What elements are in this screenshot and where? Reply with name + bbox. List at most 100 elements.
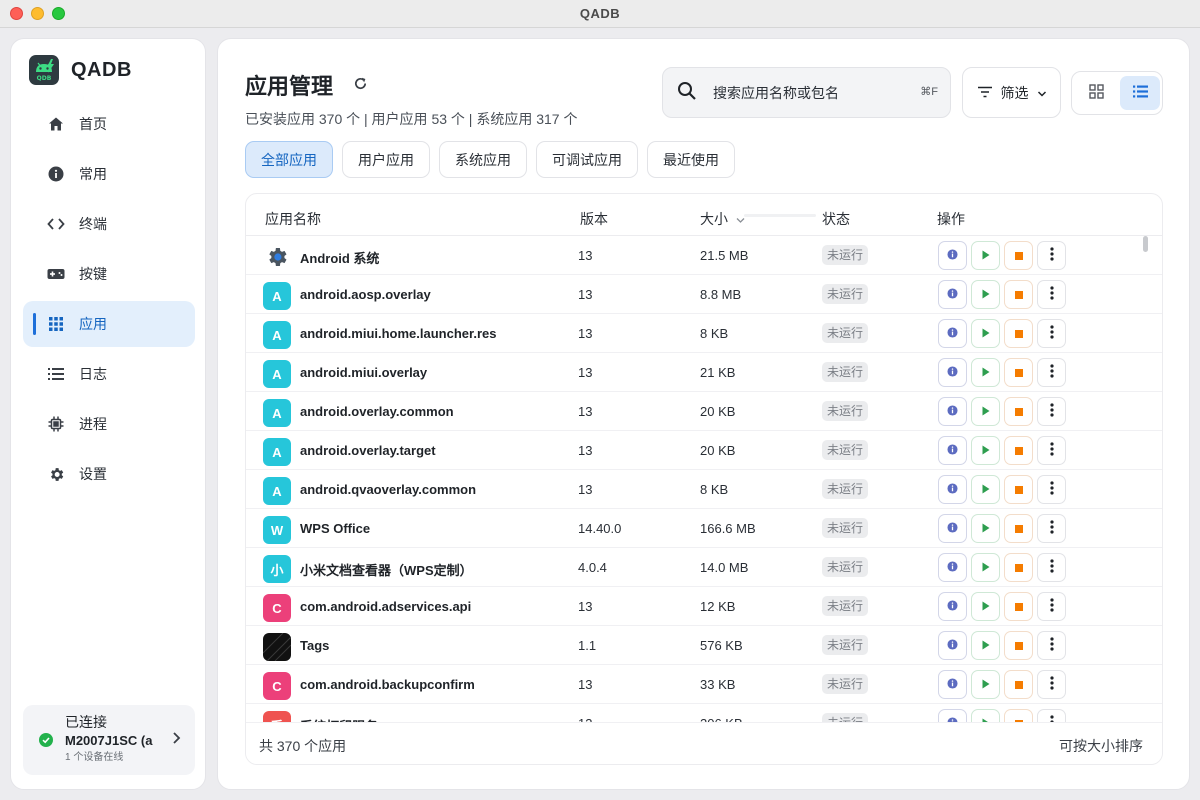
launch-app-button[interactable]	[971, 514, 1000, 543]
launch-app-button[interactable]	[971, 241, 1000, 270]
stop-app-button[interactable]	[1004, 436, 1033, 465]
stop-app-button[interactable]	[1004, 553, 1033, 582]
search-bar[interactable]: ⌘F	[662, 67, 951, 118]
tab-all-apps[interactable]: 全部应用	[245, 141, 333, 178]
table-footer: 共 370 个应用 可按大小排序	[246, 722, 1162, 764]
app-info-button[interactable]	[938, 397, 967, 426]
app-info-button[interactable]	[938, 514, 967, 543]
table-scrollbar[interactable]	[1143, 236, 1148, 252]
launch-app-button[interactable]	[971, 592, 1000, 621]
table-row[interactable]: 系系统打印服务13206 KB未运行	[246, 704, 1162, 724]
sidebar-item-logs[interactable]: 日志	[23, 351, 195, 397]
sidebar-item-processes[interactable]: 进程	[23, 401, 195, 447]
table-row[interactable]: Ccom.android.backupconfirm 13 33 KB 未运行	[246, 665, 1162, 704]
sidebar-item-terminal[interactable]: 终端	[23, 201, 195, 247]
more-options-button[interactable]	[1037, 475, 1066, 504]
column-header-status[interactable]: 状态	[822, 209, 850, 229]
column-header-version[interactable]: 版本	[580, 209, 608, 229]
cpu-icon	[47, 415, 65, 433]
more-options-button[interactable]	[1037, 514, 1066, 543]
device-online-count: 1 个设备在线	[65, 752, 124, 763]
launch-app-button[interactable]	[971, 319, 1000, 348]
tab-debuggable-apps[interactable]: 可调试应用	[536, 141, 638, 178]
launch-app-button[interactable]	[971, 280, 1000, 309]
app-info-button[interactable]	[938, 319, 967, 348]
app-info-button[interactable]	[938, 592, 967, 621]
refresh-icon[interactable]	[353, 76, 368, 94]
app-info-button[interactable]	[938, 475, 967, 504]
table-row[interactable]: W WPS Office 14.40.0 166.6 MB 未运行	[246, 509, 1162, 548]
device-status-card[interactable]: 已连接 M2007J1SC (a 1 个设备在线	[23, 705, 195, 775]
launch-app-button[interactable]	[971, 553, 1000, 582]
launch-app-button[interactable]	[971, 670, 1000, 699]
app-info-button[interactable]	[938, 436, 967, 465]
more-vertical-icon	[1049, 637, 1054, 654]
sidebar-item-common[interactable]: 常用	[23, 151, 195, 197]
app-info-button[interactable]	[938, 358, 967, 387]
stop-app-button[interactable]	[1004, 358, 1033, 387]
tab-system-apps[interactable]: 系统应用	[439, 141, 527, 178]
stop-app-button[interactable]	[1004, 319, 1033, 348]
table-row[interactable]: Aandroid.aosp.overlay 13 8.8 MB 未运行	[246, 275, 1162, 314]
minimize-window-button[interactable]	[31, 7, 44, 20]
table-row[interactable]: Android 系统 13 21.5 MB 未运行	[246, 236, 1162, 275]
more-options-button[interactable]	[1037, 358, 1066, 387]
stop-app-button[interactable]	[1004, 514, 1033, 543]
stop-app-button[interactable]	[1004, 241, 1033, 270]
app-info-button[interactable]	[938, 241, 967, 270]
app-info-button[interactable]	[938, 280, 967, 309]
more-options-button[interactable]	[1037, 553, 1066, 582]
app-info-button[interactable]	[938, 631, 967, 660]
stop-app-button[interactable]	[1004, 475, 1033, 504]
app-version: 13	[578, 599, 593, 614]
more-options-button[interactable]	[1037, 280, 1066, 309]
filter-button[interactable]: 筛选	[962, 67, 1061, 118]
grid-view-button[interactable]	[1076, 76, 1116, 110]
sidebar-item-home[interactable]: 首页	[23, 101, 195, 147]
table-row[interactable]: Aandroid.overlay.target 13 20 KB 未运行	[246, 431, 1162, 470]
launch-app-button[interactable]	[971, 358, 1000, 387]
app-letter-icon: A	[263, 477, 291, 505]
launch-app-button[interactable]	[971, 475, 1000, 504]
search-input[interactable]	[713, 84, 903, 101]
app-info-button[interactable]	[938, 670, 967, 699]
app-info-button[interactable]	[938, 553, 967, 582]
grid-view-icon	[1088, 84, 1104, 102]
app-version: 13	[578, 248, 593, 263]
zoom-window-button[interactable]	[52, 7, 65, 20]
more-options-button[interactable]	[1037, 631, 1066, 660]
stop-app-button[interactable]	[1004, 280, 1033, 309]
table-row[interactable]: 小小米文档查看器（WPS定制） 4.0.4 14.0 MB 未运行	[246, 548, 1162, 587]
stop-app-button[interactable]	[1004, 592, 1033, 621]
table-row[interactable]: Aandroid.overlay.common 13 20 KB 未运行	[246, 392, 1162, 431]
more-options-button[interactable]	[1037, 241, 1066, 270]
tab-user-apps[interactable]: 用户应用	[342, 141, 430, 178]
table-row[interactable]: Aandroid.miui.home.launcher.res 13 8 KB 未运行	[246, 314, 1162, 353]
more-options-button[interactable]	[1037, 397, 1066, 426]
table-row[interactable]: Aandroid.miui.overlay 13 21 KB 未运行	[246, 353, 1162, 392]
table-row[interactable]: Ccom.android.adservices.api 13 12 KB 未运行	[246, 587, 1162, 626]
close-window-button[interactable]	[10, 7, 23, 20]
stop-app-button[interactable]	[1004, 397, 1033, 426]
stop-icon	[1014, 365, 1023, 380]
sidebar-item-settings[interactable]: 设置	[23, 451, 195, 497]
column-header-name[interactable]: 应用名称	[265, 209, 321, 229]
more-options-button[interactable]	[1037, 592, 1066, 621]
stop-app-button[interactable]	[1004, 670, 1033, 699]
play-icon	[982, 560, 990, 575]
launch-app-button[interactable]	[971, 631, 1000, 660]
launch-app-button[interactable]	[971, 436, 1000, 465]
stop-app-button[interactable]	[1004, 631, 1033, 660]
sidebar-item-keys[interactable]: 按键	[23, 251, 195, 297]
status-badge: 未运行	[822, 440, 869, 460]
table-row[interactable]: Tags 1.1 576 KB 未运行	[246, 626, 1162, 665]
more-options-button[interactable]	[1037, 436, 1066, 465]
tab-recent-apps[interactable]: 最近使用	[647, 141, 735, 178]
list-view-button[interactable]	[1120, 76, 1160, 110]
column-header-size[interactable]: 大小	[700, 209, 745, 229]
sidebar-item-apps[interactable]: 应用	[23, 301, 195, 347]
launch-app-button[interactable]	[971, 397, 1000, 426]
more-options-button[interactable]	[1037, 670, 1066, 699]
more-options-button[interactable]	[1037, 319, 1066, 348]
table-row[interactable]: Aandroid.qvaoverlay.common 13 8 KB 未运行	[246, 470, 1162, 509]
